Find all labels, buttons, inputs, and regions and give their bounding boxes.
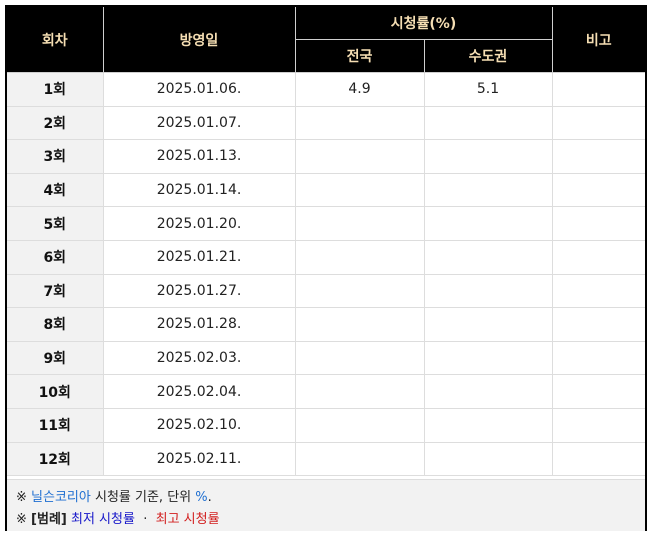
note-mark: ※ bbox=[16, 490, 27, 505]
table-body: 1회 2025.01.06. 4.9 5.1 2회 2025.01.07. 3회 2025.0… bbox=[7, 72, 645, 477]
episode-cell: 4회 bbox=[7, 172, 104, 208]
legend-lowest: 최저 시청률 bbox=[71, 512, 135, 527]
capital-rating-cell bbox=[423, 206, 553, 241]
period-text: . bbox=[207, 490, 212, 505]
note-cell bbox=[551, 340, 645, 376]
basis-text: 시청률 기준, 단위 bbox=[95, 490, 192, 505]
header-note: 비고 bbox=[551, 7, 645, 73]
air-date-cell: 2025.02.10. bbox=[102, 407, 296, 443]
nationwide-rating-cell bbox=[294, 340, 425, 376]
episode-cell: 9회 bbox=[7, 340, 104, 376]
nationwide-rating-cell bbox=[294, 374, 425, 409]
table-row: 8회 2025.01.28. bbox=[7, 307, 645, 342]
header-episode: 회차 bbox=[7, 7, 104, 73]
episode-cell: 2회 bbox=[7, 105, 104, 141]
header-ratings: 시청률(%) bbox=[294, 7, 553, 40]
unit-text: % bbox=[195, 490, 208, 505]
note-cell bbox=[551, 407, 645, 443]
header-nationwide: 전국 bbox=[294, 39, 425, 73]
table-row: 6회 2025.01.21. bbox=[7, 239, 645, 275]
air-date-cell: 2025.01.07. bbox=[102, 105, 296, 141]
air-date-cell: 2025.01.06. bbox=[102, 72, 296, 107]
nationwide-rating-cell bbox=[294, 407, 425, 443]
note-cell bbox=[551, 72, 645, 107]
nationwide-rating-cell bbox=[294, 273, 425, 309]
table-row: 7회 2025.01.27. bbox=[7, 273, 645, 309]
header-air-date: 방영일 bbox=[102, 7, 296, 73]
table-row: 9회 2025.02.03. bbox=[7, 340, 645, 376]
capital-rating-cell bbox=[423, 239, 553, 275]
ratings-table: 회차 방영일 시청률(%) 비고 전국 수도권 1회 2025.01.06. 4.9… bbox=[7, 7, 645, 477]
legend-source-line: ※ 닐슨코리아 시청률 기준, 단위 %. bbox=[16, 487, 645, 509]
capital-rating-cell bbox=[423, 340, 553, 376]
table-row: 5회 2025.01.20. bbox=[7, 206, 645, 241]
air-date-cell: 2025.01.27. bbox=[102, 273, 296, 309]
note-cell bbox=[551, 374, 645, 409]
note-cell bbox=[551, 206, 645, 241]
legend-separator: · bbox=[143, 512, 148, 527]
note-cell bbox=[551, 172, 645, 208]
nationwide-rating-cell: 4.9 bbox=[294, 72, 425, 107]
nationwide-rating-cell bbox=[294, 441, 425, 477]
table-row: 11회 2025.02.10. bbox=[7, 407, 645, 443]
air-date-cell: 2025.01.21. bbox=[102, 239, 296, 275]
note-cell bbox=[551, 307, 645, 342]
capital-rating-cell: 5.1 bbox=[423, 72, 553, 107]
legend-label: [범례] bbox=[31, 512, 67, 527]
table-row: 4회 2025.01.14. bbox=[7, 172, 645, 208]
table-row: 12회 2025.02.11. bbox=[7, 441, 645, 477]
air-date-cell: 2025.02.03. bbox=[102, 340, 296, 376]
nationwide-rating-cell bbox=[294, 239, 425, 275]
note-cell bbox=[551, 239, 645, 275]
ratings-table-container: 회차 방영일 시청률(%) 비고 전국 수도권 1회 2025.01.06. 4.9… bbox=[5, 5, 647, 531]
source-link[interactable]: 닐슨코리아 bbox=[31, 490, 91, 505]
table-row: 1회 2025.01.06. 4.9 5.1 bbox=[7, 72, 645, 107]
capital-rating-cell bbox=[423, 172, 553, 208]
table-row: 2회 2025.01.07. bbox=[7, 105, 645, 141]
note-cell bbox=[551, 273, 645, 309]
air-date-cell: 2025.01.14. bbox=[102, 172, 296, 208]
air-date-cell: 2025.02.04. bbox=[102, 374, 296, 409]
table-row: 3회 2025.01.13. bbox=[7, 139, 645, 174]
legend-box: ※ 닐슨코리아 시청률 기준, 단위 %. ※ [범례] 최저 시청률 · 최고… bbox=[7, 479, 645, 531]
episode-cell: 11회 bbox=[7, 407, 104, 443]
note-cell bbox=[551, 441, 645, 477]
air-date-cell: 2025.01.28. bbox=[102, 307, 296, 342]
capital-rating-cell bbox=[423, 374, 553, 409]
air-date-cell: 2025.01.20. bbox=[102, 206, 296, 241]
legend-key-line: ※ [범례] 최저 시청률 · 최고 시청률 bbox=[16, 509, 645, 531]
capital-rating-cell bbox=[423, 273, 553, 309]
episode-cell: 6회 bbox=[7, 239, 104, 275]
note-mark: ※ bbox=[16, 512, 27, 527]
episode-cell: 3회 bbox=[7, 139, 104, 174]
episode-cell: 10회 bbox=[7, 374, 104, 409]
header-capital: 수도권 bbox=[423, 39, 553, 73]
capital-rating-cell bbox=[423, 407, 553, 443]
nationwide-rating-cell bbox=[294, 139, 425, 174]
air-date-cell: 2025.02.11. bbox=[102, 441, 296, 477]
episode-cell: 1회 bbox=[7, 72, 104, 107]
capital-rating-cell bbox=[423, 307, 553, 342]
nationwide-rating-cell bbox=[294, 307, 425, 342]
nationwide-rating-cell bbox=[294, 105, 425, 141]
episode-cell: 5회 bbox=[7, 206, 104, 241]
note-cell bbox=[551, 139, 645, 174]
nationwide-rating-cell bbox=[294, 172, 425, 208]
capital-rating-cell bbox=[423, 139, 553, 174]
episode-cell: 8회 bbox=[7, 307, 104, 342]
episode-cell: 12회 bbox=[7, 441, 104, 477]
note-cell bbox=[551, 105, 645, 141]
table-row: 10회 2025.02.04. bbox=[7, 374, 645, 409]
capital-rating-cell bbox=[423, 105, 553, 141]
air-date-cell: 2025.01.13. bbox=[102, 139, 296, 174]
episode-cell: 7회 bbox=[7, 273, 104, 309]
capital-rating-cell bbox=[423, 441, 553, 477]
nationwide-rating-cell bbox=[294, 206, 425, 241]
legend-highest: 최고 시청률 bbox=[155, 512, 220, 527]
table-header: 회차 방영일 시청률(%) 비고 전국 수도권 bbox=[7, 7, 645, 73]
